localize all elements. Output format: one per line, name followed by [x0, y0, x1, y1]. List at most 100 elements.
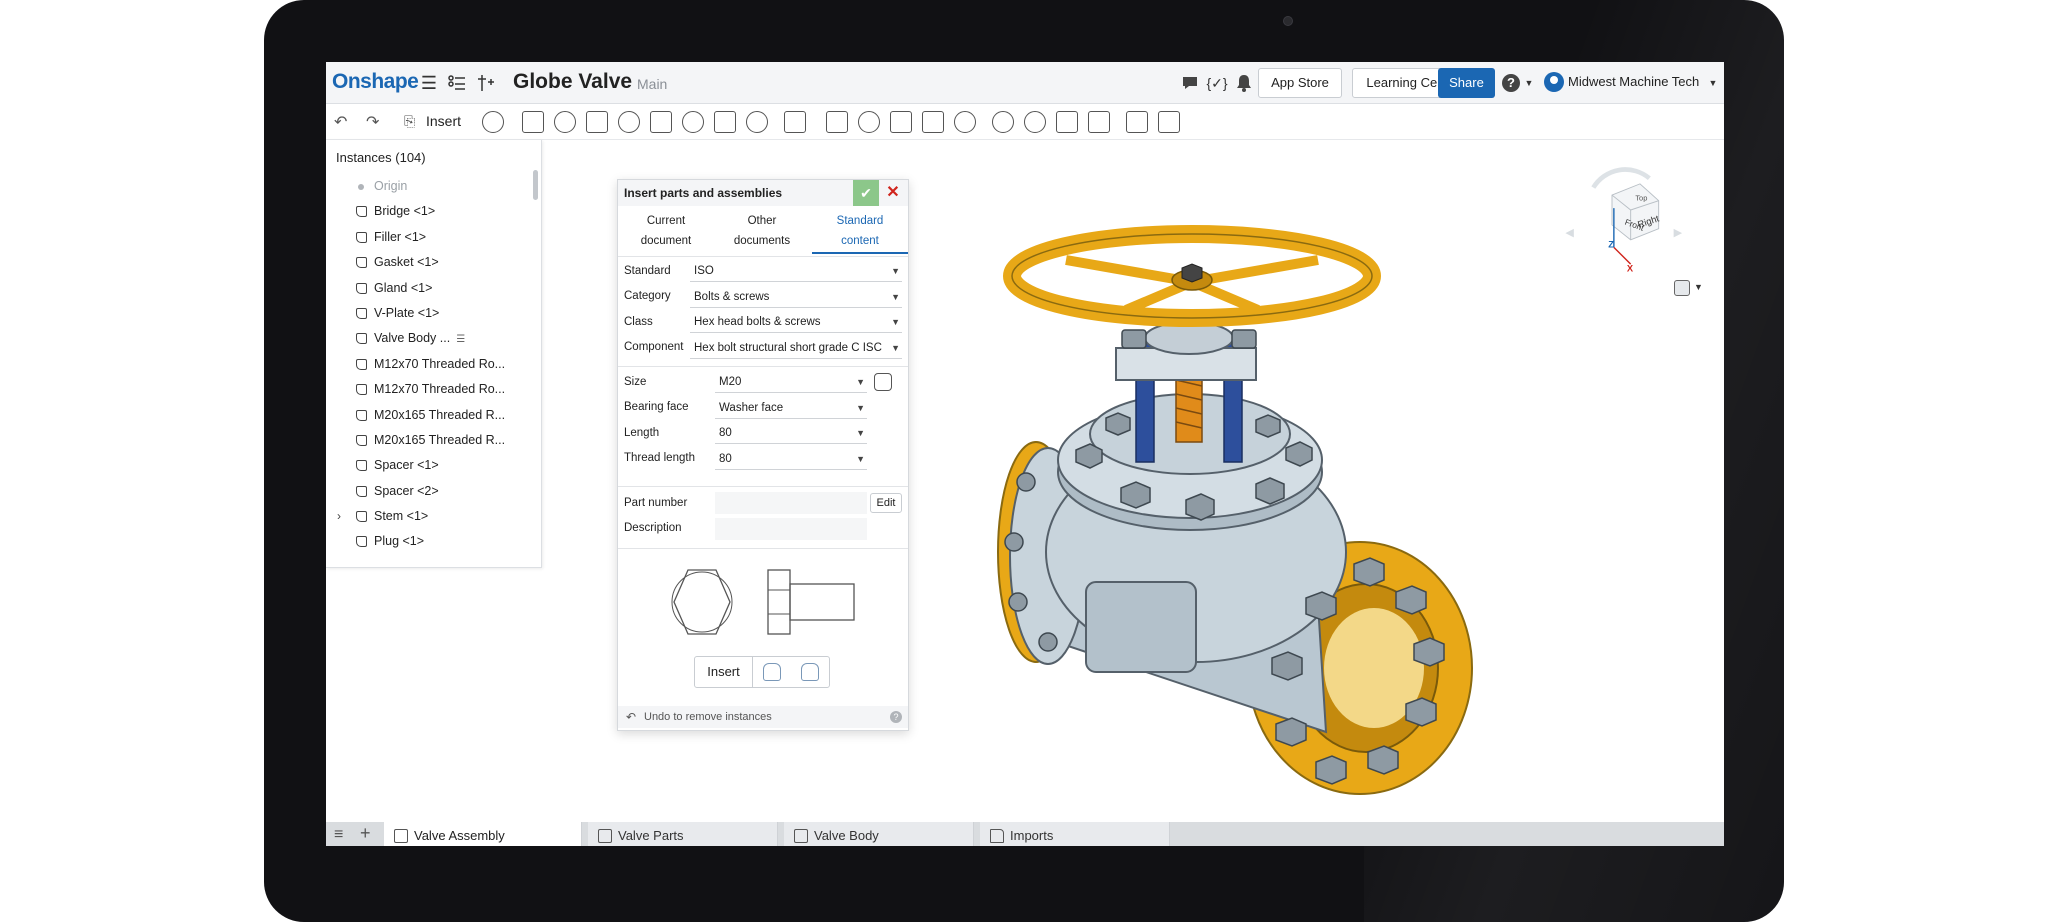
linear-relation-icon[interactable] — [1088, 111, 1110, 133]
instance-item[interactable]: Bridge <1> — [326, 199, 536, 224]
length-select[interactable]: 80 ▼ — [715, 422, 867, 444]
featurescript-icon[interactable]: {✓} — [1206, 72, 1228, 94]
caret-icon: ▼ — [856, 454, 865, 464]
select-value: 80 — [719, 453, 732, 465]
document-title[interactable]: Globe Valve — [513, 70, 632, 94]
insert-feature-icon[interactable] — [474, 72, 496, 94]
instance-item[interactable]: V-Plate <1> — [326, 301, 536, 326]
tangent-mate-icon[interactable] — [784, 111, 806, 133]
mate-connector-icon[interactable] — [858, 111, 880, 133]
instance-item[interactable]: Spacer <1> — [326, 453, 536, 478]
configure-icon[interactable] — [874, 373, 892, 391]
bearing-face-select[interactable]: Washer face ▼ — [715, 397, 867, 419]
instance-item[interactable]: M20x165 Threaded R... — [326, 428, 536, 453]
comments-icon[interactable] — [1179, 72, 1201, 94]
parallel-mate-icon[interactable] — [746, 111, 768, 133]
screw-relation-icon[interactable] — [1056, 111, 1078, 133]
menu-icon[interactable]: ☰ — [418, 72, 440, 94]
tab-other-documents[interactable]: Other documents — [714, 208, 810, 254]
circular-pattern-icon[interactable] — [954, 111, 976, 133]
instance-origin[interactable]: Origin — [326, 174, 536, 199]
instance-item[interactable]: Filler <1> — [326, 225, 536, 250]
tab-standard-content[interactable]: Standard content — [812, 208, 908, 254]
caret-icon: ▼ — [889, 337, 900, 358]
category-select[interactable]: Bolts & screws ▼ — [690, 286, 902, 308]
instance-item[interactable]: Spacer <2> — [326, 479, 536, 504]
undo-icon[interactable]: ↶ — [334, 112, 347, 132]
redo-icon[interactable]: ↷ — [366, 112, 379, 132]
insert-toolbar-button[interactable]: Insert — [426, 113, 461, 129]
divider — [618, 256, 908, 257]
size-select[interactable]: M20 ▼ — [715, 371, 867, 393]
instance-item[interactable]: Valve Body ... ☰ — [326, 326, 536, 351]
part-number-field[interactable] — [715, 492, 867, 514]
rack-pinion-icon[interactable] — [1024, 111, 1046, 133]
group-icon[interactable] — [826, 111, 848, 133]
undo-icon[interactable]: ↶ — [626, 706, 636, 728]
standard-label: Standard — [624, 265, 671, 277]
close-icon[interactable]: ✕ — [882, 182, 904, 204]
notifications-icon[interactable] — [1233, 72, 1255, 94]
instance-item[interactable]: Plug <1> — [326, 529, 536, 554]
instance-item[interactable]: Gland <1> — [326, 276, 536, 301]
tab-valve-assembly[interactable]: Valve Assembly — [384, 822, 582, 846]
instance-item[interactable]: M12x70 Threaded Ro... — [326, 352, 536, 377]
accept-check-icon[interactable]: ✔ — [853, 180, 879, 206]
select-value: ISO — [694, 265, 714, 277]
add-tab-icon[interactable]: + — [360, 823, 371, 844]
component-select[interactable]: Hex bolt structural short grade C ISC ▼ — [690, 337, 902, 359]
onshape-logo[interactable]: Onshape — [332, 70, 419, 94]
insert-button[interactable]: Insert — [695, 657, 753, 687]
insert-and-mate-icon[interactable] — [763, 663, 781, 681]
description-field[interactable] — [715, 518, 867, 540]
class-select[interactable]: Hex head bolts & screws ▼ — [690, 311, 902, 333]
caret-icon: ▼ — [856, 403, 865, 413]
instance-item[interactable]: Gasket <1> — [326, 250, 536, 275]
avatar[interactable] — [1544, 72, 1564, 92]
share-button[interactable]: Share — [1438, 68, 1495, 98]
app-store-button[interactable]: App Store — [1258, 68, 1342, 98]
replicate-tool-icon[interactable] — [482, 111, 504, 133]
view-cube[interactable]: Front Right Top Z X ◀ ▶ — [1556, 154, 1696, 294]
instance-item[interactable]: › Stem <1> — [326, 504, 536, 529]
undo-hint[interactable]: Undo to remove instances — [644, 711, 772, 723]
chevron-right-icon[interactable]: › — [337, 504, 341, 529]
gear-relation-icon[interactable] — [992, 111, 1014, 133]
tab-valve-parts[interactable]: Valve Parts — [588, 822, 778, 846]
branch-label[interactable]: Main — [637, 76, 667, 92]
instance-item[interactable]: M12x70 Threaded Ro... — [326, 377, 536, 402]
view-mode-caret-icon[interactable]: ▼ — [1694, 282, 1703, 292]
user-name[interactable]: Midwest Machine Tech — [1568, 74, 1699, 89]
instance-label: M12x70 Threaded Ro... — [374, 356, 506, 371]
relation-icon[interactable] — [890, 111, 912, 133]
tab-current-document[interactable]: Current document — [618, 208, 714, 254]
insert-doc-icon[interactable]: ⎘ — [404, 113, 415, 130]
instance-label: Spacer <2> — [374, 483, 439, 498]
planar-mate-icon[interactable] — [618, 111, 640, 133]
slider-mate-icon[interactable] — [586, 111, 608, 133]
tab-label: Imports — [1010, 828, 1054, 843]
user-caret-icon[interactable]: ▼ — [1702, 72, 1724, 94]
ball-mate-icon[interactable] — [714, 111, 736, 133]
thread-length-select[interactable]: 80 ▼ — [715, 448, 867, 470]
view-mode-icon[interactable] — [1674, 280, 1690, 296]
pin-slot-mate-icon[interactable] — [682, 111, 704, 133]
revolute-mate-icon[interactable] — [554, 111, 576, 133]
instance-item[interactable]: M20x165 Threaded R... — [326, 403, 536, 428]
help-icon[interactable]: ? — [890, 711, 902, 723]
feature-list-icon[interactable] — [446, 72, 468, 94]
cylindrical-mate-icon[interactable] — [650, 111, 672, 133]
fastened-mate-icon[interactable] — [522, 111, 544, 133]
insert-multiple-icon[interactable] — [801, 663, 819, 681]
tab-label: Valve Parts — [618, 828, 684, 843]
named-positions-icon[interactable] — [1158, 111, 1180, 133]
tab-valve-body[interactable]: Valve Body — [784, 822, 974, 846]
tab-imports[interactable]: Imports — [980, 822, 1170, 846]
linear-pattern-icon[interactable] — [922, 111, 944, 133]
standard-select[interactable]: ISO ▼ — [690, 260, 902, 282]
tab-manager-icon[interactable]: ≡ — [334, 826, 343, 844]
explode-icon[interactable] — [1126, 111, 1148, 133]
edit-button[interactable]: Edit — [870, 493, 902, 513]
help-caret-icon[interactable]: ▼ — [1518, 72, 1540, 94]
valve-model[interactable] — [956, 172, 1476, 812]
